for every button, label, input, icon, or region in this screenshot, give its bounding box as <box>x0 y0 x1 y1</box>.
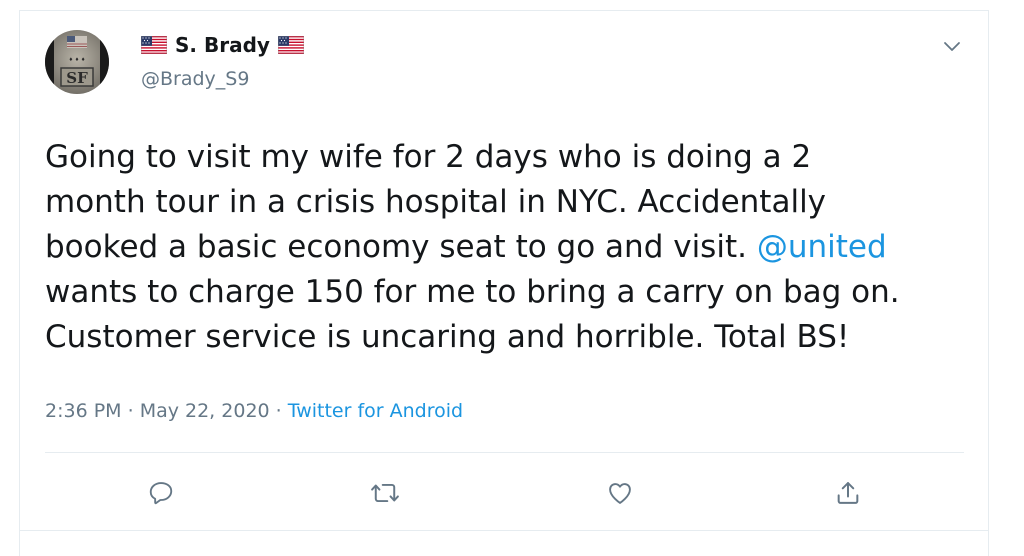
us-flag-icon <box>277 36 304 54</box>
avatar[interactable]: ♦ ♦ ♦ SF <box>45 30 109 94</box>
tweet-line: wants to charge 150 for me to bring a ca… <box>45 274 900 310</box>
author-handle[interactable]: @Brady_S9 <box>141 68 249 90</box>
retweet-button[interactable] <box>368 476 402 510</box>
author-name[interactable]: S. Brady <box>175 33 270 57</box>
tweet-line: month tour in a crisis hospital in NYC. … <box>45 184 827 220</box>
retweet-icon <box>371 483 399 503</box>
tweet-line-text: booked a basic economy seat to go and vi… <box>45 229 757 265</box>
avatar-image: ♦ ♦ ♦ SF <box>45 30 109 94</box>
tweet-line: Going to visit my wife for 2 days who is… <box>45 139 812 175</box>
card-bottom-border <box>19 530 989 531</box>
reply-button[interactable] <box>144 476 178 510</box>
like-button[interactable] <box>603 476 637 510</box>
tweet-source[interactable]: Twitter for Android <box>288 400 463 422</box>
heart-icon <box>609 483 631 504</box>
chevron-down-icon <box>944 42 960 51</box>
meta-separator: · <box>269 400 288 422</box>
share-icon <box>837 482 859 504</box>
tweet-line: booked a basic economy seat to go and vi… <box>45 225 960 270</box>
mention-link[interactable]: @united <box>757 229 887 265</box>
avatar-letters: SF <box>66 69 88 87</box>
author-line: S. Brady <box>141 33 304 57</box>
share-button[interactable] <box>831 476 865 510</box>
meta-separator: · <box>121 400 140 422</box>
reply-icon <box>149 482 173 505</box>
divider <box>45 452 964 453</box>
svg-text:♦ ♦ ♦: ♦ ♦ ♦ <box>69 57 86 63</box>
tweet-time[interactable]: 2:36 PM <box>45 400 122 422</box>
more-options-button[interactable] <box>938 35 966 59</box>
tweet-meta: 2:36 PM · May 22, 2020 · Twitter for And… <box>45 400 463 422</box>
tweet-text: Going to visit my wife for 2 days who is… <box>45 135 960 360</box>
tweet-date[interactable]: May 22, 2020 <box>140 400 270 422</box>
us-flag-icon <box>141 36 167 54</box>
tweet-line: Customer service is uncaring and horribl… <box>45 319 850 355</box>
